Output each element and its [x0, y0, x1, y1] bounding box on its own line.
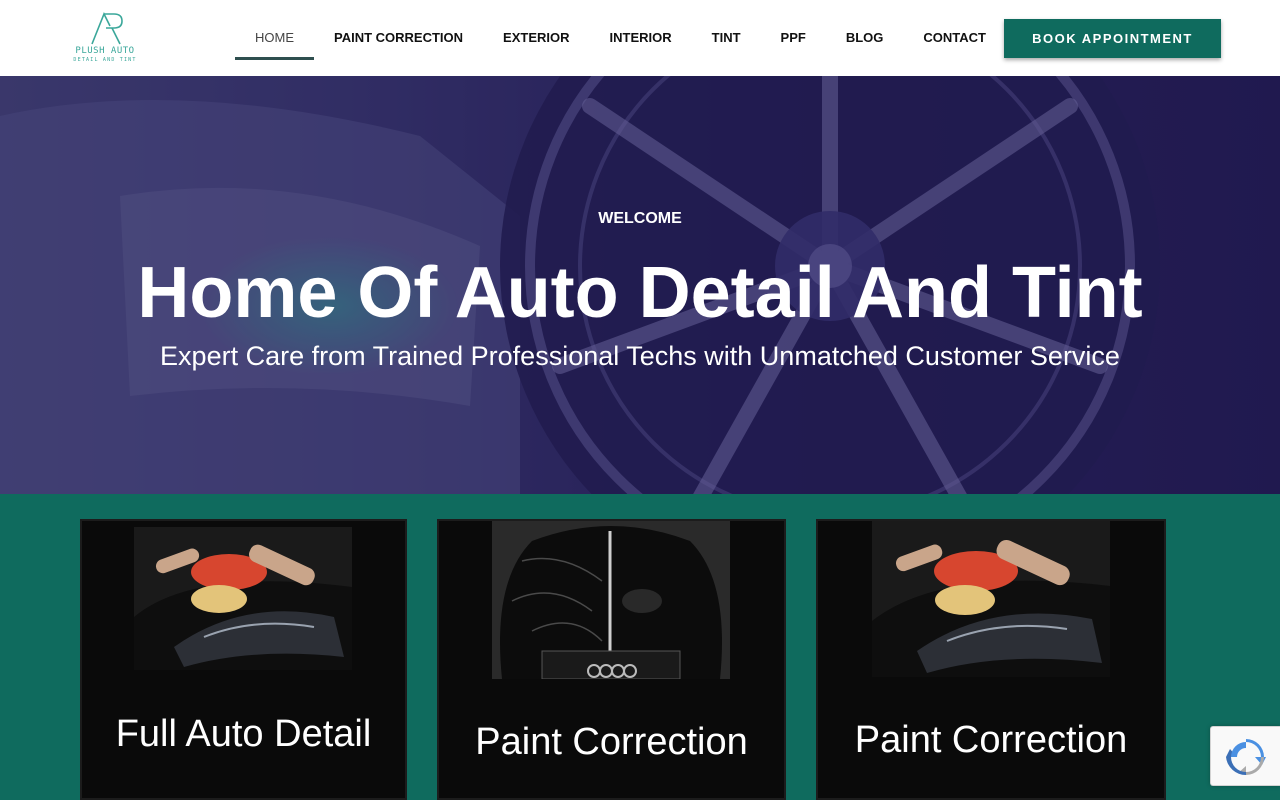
- recaptcha-badge[interactable]: [1210, 726, 1280, 786]
- card-title: Full Auto Detail: [115, 713, 372, 755]
- pa-monogram-icon: [91, 12, 123, 45]
- card-title: Paint Correction: [475, 721, 748, 763]
- nav-item-paint-correction[interactable]: PAINT CORRECTION: [314, 18, 483, 60]
- service-card-full-auto-detail[interactable]: Full Auto Detail: [80, 519, 407, 800]
- polisher-on-headlight-image: [872, 521, 1110, 677]
- services-section: Full Auto Detail Paint Correction Paint …: [0, 494, 1280, 800]
- nav-item-exterior[interactable]: EXTERIOR: [483, 18, 589, 60]
- nav-item-contact[interactable]: CONTACT: [903, 18, 1006, 60]
- service-card-paint-correction-2[interactable]: Paint Correction: [816, 519, 1166, 800]
- service-card-paint-correction[interactable]: Paint Correction: [437, 519, 786, 800]
- site-header: PLUSH AUTO DETAIL AND TINT HOME PAINT CO…: [0, 0, 1280, 76]
- hero-section: WELCOME Home Of Auto Detail And Tint Exp…: [0, 76, 1280, 494]
- card-title: Paint Correction: [854, 719, 1128, 761]
- nav-item-tint[interactable]: TINT: [692, 18, 761, 60]
- hero-title: Home Of Auto Detail And Tint: [137, 253, 1143, 333]
- nav-item-blog[interactable]: BLOG: [826, 18, 904, 60]
- brand-logo[interactable]: PLUSH AUTO DETAIL AND TINT: [68, 10, 142, 66]
- polisher-on-headlight-image: [134, 527, 352, 670]
- book-appointment-button[interactable]: BOOK APPOINTMENT: [1004, 19, 1221, 58]
- main-nav: HOME PAINT CORRECTION EXTERIOR INTERIOR …: [235, 18, 1006, 60]
- brand-tagline: DETAIL AND TINT: [73, 57, 137, 63]
- nav-item-ppf[interactable]: PPF: [761, 18, 826, 60]
- hero-subtitle: Expert Care from Trained Professional Te…: [160, 341, 1120, 371]
- hero-eyebrow: WELCOME: [598, 210, 682, 227]
- nav-item-interior[interactable]: INTERIOR: [590, 18, 692, 60]
- recaptcha-icon: [1226, 739, 1266, 775]
- car-hood-before-after-image: [492, 521, 730, 679]
- nav-item-home[interactable]: HOME: [235, 18, 314, 60]
- brand-name: PLUSH AUTO: [75, 46, 135, 56]
